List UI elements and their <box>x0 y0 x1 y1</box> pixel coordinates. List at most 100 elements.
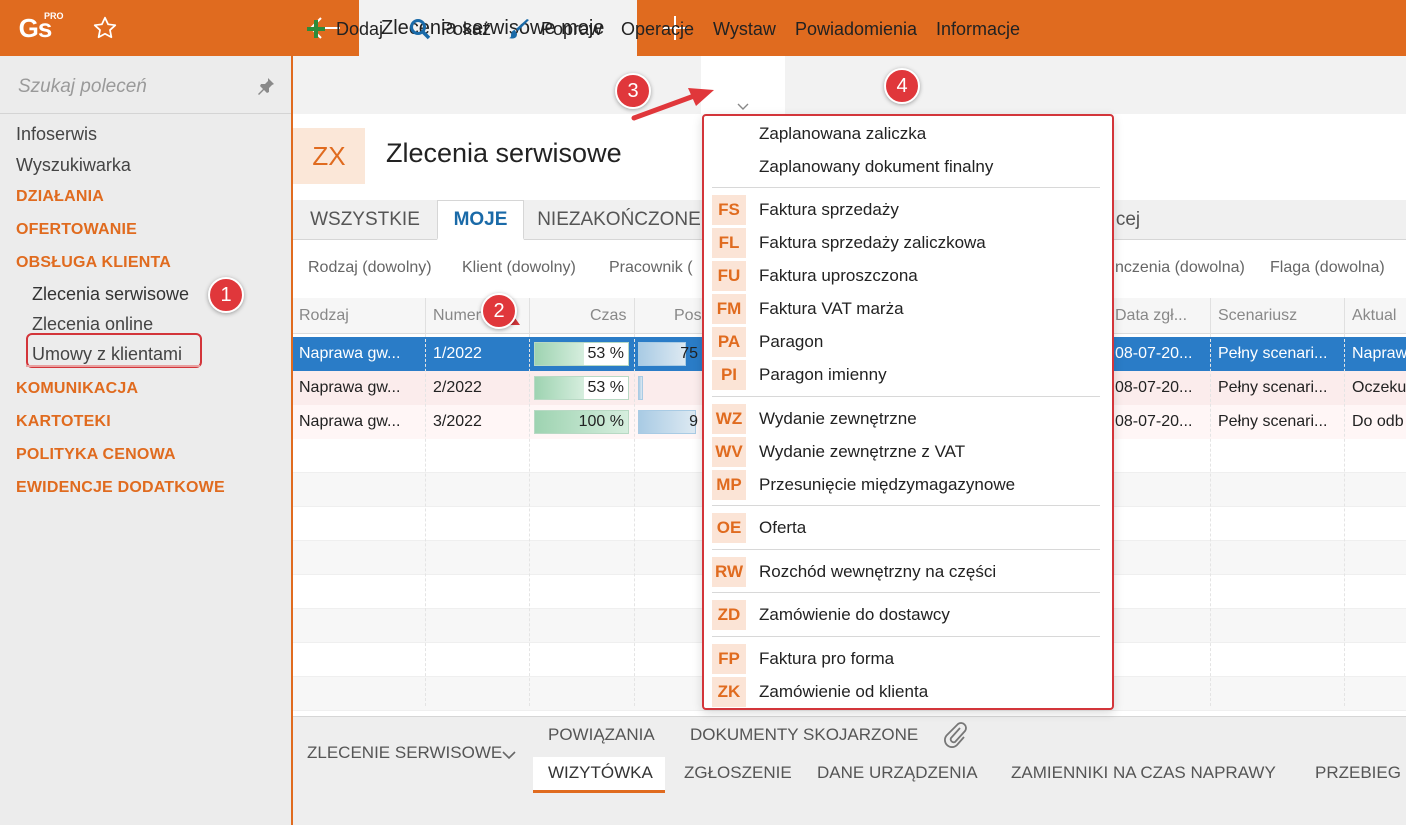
czas-progress-fill <box>535 377 585 399</box>
sidebar-section-komunikacja[interactable]: KOMUNIKACJA <box>16 380 138 398</box>
tab-wizytowka[interactable]: WIZYTÓWKA <box>548 763 653 783</box>
pos-progress-bar: 9 <box>638 410 702 434</box>
czas-progress-bar: 53 % <box>534 376 629 400</box>
attachment-paperclip-icon[interactable] <box>944 722 968 755</box>
grid-col-line <box>529 334 530 706</box>
cell-rodzaj: Naprawa gw... <box>299 345 401 362</box>
command-search-input[interactable]: Szukaj poleceń <box>0 56 291 114</box>
menu-separator <box>712 636 1100 637</box>
grid-col-line <box>425 334 426 706</box>
cell-scenariusz: Pełny scenari... <box>1218 413 1328 430</box>
tab-zamienniki[interactable]: ZAMIENNIKI NA CZAS NAPRAWY <box>1011 763 1276 783</box>
sidebar-item-infoserwis[interactable]: Infoserwis <box>16 124 97 145</box>
sidebar-section-dzialania[interactable]: DZIAŁANIA <box>16 188 104 206</box>
menu-item-fu[interactable]: FU Faktura uproszczona <box>704 261 1112 291</box>
col-czas[interactable]: Czas <box>590 307 626 325</box>
sidebar-section-ofertowanie[interactable]: OFERTOWANIE <box>16 221 137 239</box>
sidebar-item-zlecenia-serwisowe[interactable]: Zlecenia serwisowe <box>32 284 189 305</box>
pin-icon[interactable] <box>256 76 278 98</box>
annotation-marker-2: 2 <box>481 293 517 329</box>
tab-wszystkie[interactable]: WSZYSTKIE <box>293 200 437 240</box>
tab-przebieg[interactable]: PRZEBIEG <box>1315 763 1401 783</box>
sidebar-section-kartoteki[interactable]: KARTOTEKI <box>16 413 111 431</box>
favorite-star-icon[interactable] <box>86 10 124 46</box>
menu-item-label: Rozchód wewnętrzny na części <box>759 562 997 581</box>
menu-item-label: Faktura sprzedaży zaliczkowa <box>759 233 986 252</box>
menu-item-mp[interactable]: MP Przesunięcie międzymagazynowe <box>704 470 1112 500</box>
sidebar-section-polityka-cenowa[interactable]: POLITYKA CENOWA <box>16 446 176 464</box>
doc-code-badge: WZ <box>712 404 746 434</box>
col-rodzaj[interactable]: Rodzaj <box>299 307 349 325</box>
add-label: Dodaj <box>336 18 384 39</box>
menu-item-zd[interactable]: ZD Zamówienie do dostawcy <box>704 600 1112 630</box>
tab-more[interactable]: cej <box>1113 200 1143 240</box>
detail-section-dropdown[interactable]: ZLECENIE SERWISOWE <box>307 743 502 763</box>
col-numer[interactable]: Numer <box>433 307 481 325</box>
menu-item-zaplanowana-zaliczka[interactable]: Zaplanowana zaliczka <box>704 119 1112 149</box>
chevron-down-icon[interactable] <box>502 747 516 765</box>
filter-klient[interactable]: Klient (dowolny) <box>462 259 576 277</box>
info-button[interactable]: Informacje <box>936 16 1020 42</box>
edit-button[interactable]: Popraw <box>509 16 602 42</box>
menu-separator <box>712 187 1100 188</box>
add-button[interactable]: Dodaj <box>306 16 383 42</box>
detail-pane: ZLECENIE SERWISOWE POWIĄZANIA DOKUMENTY … <box>293 716 1406 825</box>
menu-item-rw[interactable]: RW Rozchód wewnętrzny na części <box>704 557 1112 587</box>
pos-progress-fill <box>638 376 644 400</box>
cell-aktualny: Oczeku <box>1352 379 1406 396</box>
doc-code-badge: OE <box>712 513 746 543</box>
cell-data: 08-07-20... <box>1115 413 1193 430</box>
menu-item-pi[interactable]: PI Paragon imienny <box>704 360 1112 390</box>
col-data-zgloszenia[interactable]: Data zgł... <box>1115 307 1187 325</box>
doc-code-badge: FS <box>712 195 746 225</box>
menu-item-label: Zaplanowana zaliczka <box>759 124 927 143</box>
operations-button[interactable]: Operacje <box>621 16 694 42</box>
tab-powiazania[interactable]: POWIĄZANIA <box>548 725 655 745</box>
pos-progress-fill <box>638 342 686 366</box>
menu-item-label: Paragon imienny <box>759 365 887 384</box>
doc-code-badge: RW <box>712 557 746 587</box>
filter-flaga[interactable]: Flaga (dowolna) <box>1270 259 1385 277</box>
tab-niezakonczone[interactable]: NIEZAKOŃCZONE <box>529 200 709 240</box>
tab-moje[interactable]: MOJE <box>437 200 524 240</box>
doc-code-badge: WV <box>712 437 746 467</box>
sidebar-section-ewidencje-dodatkowe[interactable]: EWIDENCJE DODATKOWE <box>16 479 225 497</box>
cell-aktualny: Napraw <box>1352 345 1406 362</box>
menu-item-fp[interactable]: FP Faktura pro forma <box>704 644 1112 674</box>
sidebar-item-zlecenia-online[interactable]: Zlecenia online <box>32 314 153 335</box>
app-logo[interactable]: Gs PRO <box>0 0 70 56</box>
wystaw-button[interactable]: Wystaw <box>713 16 776 42</box>
menu-item-fl[interactable]: FL Faktura sprzedaży zaliczkowa <box>704 228 1112 258</box>
sidebar-item-wyszukiwarka[interactable]: Wyszukiwarka <box>16 155 131 176</box>
filter-rodzaj[interactable]: Rodzaj (dowolny) <box>308 259 432 277</box>
tab-zgloszenie[interactable]: ZGŁOSZENIE <box>684 763 792 783</box>
menu-item-wz[interactable]: WZ Wydanie zewnętrzne <box>704 404 1112 434</box>
filter-pracownik[interactable]: Pracownik ( <box>609 259 693 277</box>
annotation-marker-1: 1 <box>208 277 244 313</box>
filter-data-zakonczenia[interactable]: nczenia (dowolna) <box>1115 259 1245 277</box>
tab-dokumenty-skojarzone[interactable]: DOKUMENTY SKOJARZONE <box>690 725 918 745</box>
grid-col-line <box>1210 334 1211 706</box>
menu-item-fs[interactable]: FS Faktura sprzedaży <box>704 195 1112 225</box>
col-aktualny[interactable]: Aktual <box>1352 307 1396 325</box>
wystaw-dropdown-menu: Zaplanowana zaliczka Zaplanowany dokumen… <box>702 114 1114 710</box>
show-button[interactable]: Pokaż <box>409 16 491 42</box>
sidebar-section-obsluga-klienta[interactable]: OBSŁUGA KLIENTA <box>16 254 171 272</box>
menu-item-zaplanowany-dokument-finalny[interactable]: Zaplanowany dokument finalny <box>704 152 1112 182</box>
menu-item-label: Faktura pro forma <box>759 649 895 668</box>
menu-item-wv[interactable]: WV Wydanie zewnętrzne z VAT <box>704 437 1112 467</box>
doc-code-badge: FM <box>712 294 746 324</box>
menu-item-fm[interactable]: FM Faktura VAT marża <box>704 294 1112 324</box>
menu-item-label: Paragon <box>759 332 824 351</box>
czas-progress-bar: 53 % <box>534 342 629 366</box>
menu-item-zk[interactable]: ZK Zamówienie od klienta <box>704 677 1112 707</box>
col-pos[interactable]: Pos <box>674 307 702 325</box>
doc-code-badge: ZD <box>712 600 746 630</box>
col-scenariusz[interactable]: Scenariusz <box>1218 307 1297 325</box>
cell-data: 08-07-20... <box>1115 345 1193 362</box>
show-label: Pokaż <box>441 18 492 39</box>
menu-item-oe[interactable]: OE Oferta <box>704 513 1112 543</box>
menu-item-pa[interactable]: PA Paragon <box>704 327 1112 357</box>
tab-dane-urzadzenia[interactable]: DANE URZĄDZENIA <box>817 763 978 783</box>
notifications-button[interactable]: Powiadomienia <box>795 16 917 42</box>
